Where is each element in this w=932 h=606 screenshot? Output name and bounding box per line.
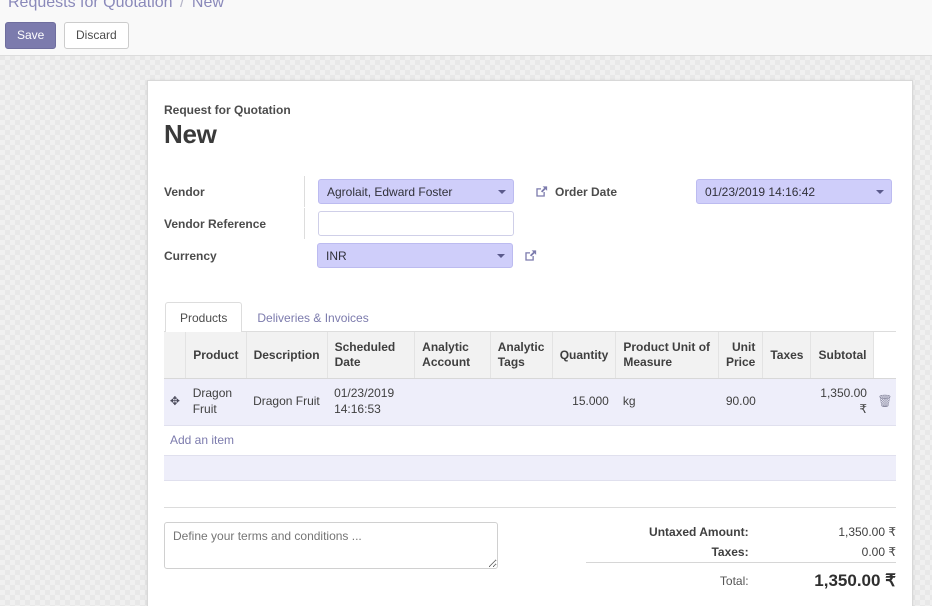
tab-deliveries-invoices[interactable]: Deliveries & Invoices <box>242 302 383 332</box>
cell-analytic-account[interactable] <box>414 378 491 426</box>
vendor-reference-label: Vendor Reference <box>164 216 267 231</box>
save-button[interactable]: Save <box>5 22 57 49</box>
order-lines-head: Product Description Scheduled Date Analy… <box>164 332 896 380</box>
col-handle <box>164 332 187 380</box>
row-drag-handle-icon[interactable]: ✥ <box>164 378 186 426</box>
order-lines-container: Product Description Scheduled Date Analy… <box>164 332 896 481</box>
total-row: Total: 1,350.00 ₹ <box>586 561 896 594</box>
order-date-label: Order Date <box>555 184 618 199</box>
taxes-row: Taxes: 0.00 ₹ <box>586 542 896 563</box>
form-scroll-area: Request for Quotation New Vendor Vendor … <box>0 56 932 606</box>
notebook-tab-list: Products Deliveries & Invoices <box>164 302 896 333</box>
currency-label: Currency <box>164 248 217 263</box>
cell-quantity[interactable]: 15.000 <box>552 378 616 426</box>
order-date-row: Order Date <box>528 176 892 207</box>
sheet-footer: Untaxed Amount: 1,350.00 ₹ Taxes: 0.00 ₹… <box>164 521 896 594</box>
vendor-input[interactable] <box>318 179 514 204</box>
totals-panel: Untaxed Amount: 1,350.00 ₹ Taxes: 0.00 ₹… <box>586 522 896 594</box>
vendor-label: Vendor <box>164 184 205 199</box>
vendor-reference-input[interactable] <box>318 211 514 236</box>
col-description[interactable]: Description <box>246 332 328 380</box>
col-analytic-account[interactable]: Analytic Account <box>414 332 491 380</box>
currency-value-cell <box>317 243 538 268</box>
currency-select-wrap <box>317 243 513 268</box>
order-date-select-wrap <box>696 179 892 204</box>
taxes-value: 0.00 ₹ <box>861 544 896 559</box>
col-scheduled-date[interactable]: Scheduled Date <box>327 332 416 380</box>
cell-uom[interactable]: kg <box>615 378 719 426</box>
vendor-select-wrap <box>318 179 514 204</box>
col-delete <box>873 332 896 380</box>
taxes-label: Taxes: <box>711 544 749 559</box>
total-value: 1,350.00 ₹ <box>772 561 896 594</box>
cell-scheduled-date[interactable]: 01/23/2019 14:16:53 <box>327 378 415 426</box>
form-subtitle: Request for Quotation <box>164 103 291 117</box>
field-divider <box>304 208 305 239</box>
total-label: Total: <box>586 561 773 594</box>
totals-table: Untaxed Amount: 1,350.00 ₹ Taxes: 0.00 ₹… <box>586 522 896 594</box>
cell-product[interactable]: Dragon Fruit <box>185 378 247 426</box>
control-panel: Requests for Quotation / New Save Discar… <box>0 0 932 56</box>
order-date-external-link-icon[interactable] <box>534 184 549 199</box>
field-column-right: Order Date <box>528 176 892 208</box>
col-subtotal[interactable]: Subtotal <box>810 332 875 380</box>
breadcrumb: Requests for Quotation / New <box>8 0 224 12</box>
breadcrumb-root-link[interactable]: Requests for Quotation <box>8 0 173 11</box>
untaxed-amount-row: Untaxed Amount: 1,350.00 ₹ <box>586 522 896 542</box>
vendor-reference-value-cell <box>318 211 514 236</box>
cell-subtotal[interactable]: 1,350.00 ₹ <box>810 378 874 426</box>
order-date-label-cell: Order Date <box>528 184 688 199</box>
table-header-row: Product Description Scheduled Date Analy… <box>164 332 896 380</box>
order-date-input[interactable] <box>696 179 892 204</box>
breadcrumb-separator: / <box>180 0 185 11</box>
action-button-row: Save Discard <box>5 22 129 49</box>
currency-row: Currency <box>164 240 537 271</box>
field-group: Vendor Vendor Reference Currency <box>164 176 896 272</box>
delete-row-icon[interactable]: 🗑 <box>873 378 896 426</box>
order-lines-table: Product Description Scheduled Date Analy… <box>164 332 896 426</box>
col-product[interactable]: Product <box>185 332 247 380</box>
cell-description[interactable]: Dragon Fruit <box>246 378 328 426</box>
discard-button[interactable]: Discard <box>63 22 129 49</box>
breadcrumb-current: New <box>191 0 224 11</box>
cell-unit-price[interactable]: 90.00 <box>718 378 763 426</box>
untaxed-amount-value: 1,350.00 ₹ <box>838 524 896 539</box>
col-taxes[interactable]: Taxes <box>762 332 812 380</box>
col-quantity[interactable]: Quantity <box>552 332 617 380</box>
col-unit-price[interactable]: Unit Price <box>718 332 764 380</box>
empty-line-placeholder[interactable] <box>164 454 896 481</box>
cell-taxes[interactable] <box>762 378 811 426</box>
tab-products[interactable]: Products <box>165 302 243 333</box>
terms-and-conditions-textarea[interactable] <box>164 521 498 569</box>
vendor-value-cell <box>318 179 514 204</box>
form-sheet: Request for Quotation New Vendor Vendor … <box>147 80 913 606</box>
sheet-divider <box>164 506 896 508</box>
col-analytic-tags[interactable]: Analytic Tags <box>490 332 553 380</box>
order-lines-body: ✥ Dragon Fruit Dragon Fruit 01/23/2019 1… <box>164 378 896 426</box>
field-divider <box>304 176 305 207</box>
table-row[interactable]: ✥ Dragon Fruit Dragon Fruit 01/23/2019 1… <box>164 378 896 426</box>
untaxed-amount-label: Untaxed Amount: <box>649 524 749 539</box>
order-date-value-cell <box>696 179 892 204</box>
vendor-reference-row: Vendor Reference <box>164 208 516 239</box>
notebook: Products Deliveries & Invoices Product D… <box>164 302 896 481</box>
add-item-row: Add an item <box>164 426 896 455</box>
field-column-left: Vendor Vendor Reference Currency <box>164 176 537 272</box>
currency-input[interactable] <box>317 243 513 268</box>
add-an-item-link[interactable]: Add an item <box>164 426 236 455</box>
currency-external-link-icon[interactable] <box>523 248 538 263</box>
cell-analytic-tags[interactable] <box>490 378 553 426</box>
col-uom[interactable]: Product Unit of Measure <box>615 332 719 380</box>
vendor-row: Vendor <box>164 176 516 207</box>
page-title: New <box>164 119 217 149</box>
